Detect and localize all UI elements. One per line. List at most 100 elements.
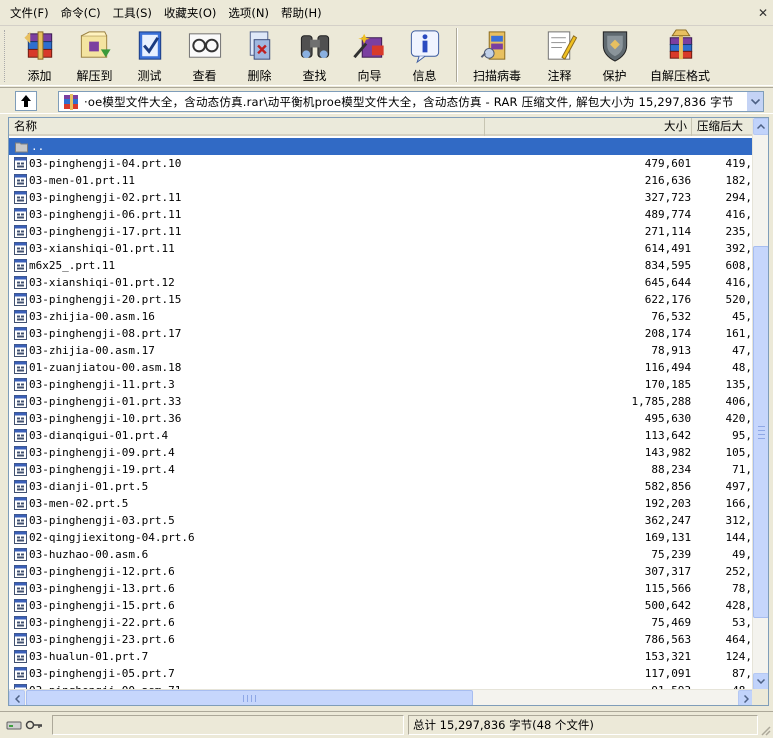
find-icon	[300, 35, 329, 59]
file-name: 03-pinghengji-10.prt.36	[29, 412, 182, 425]
vertical-scroll-thumb[interactable]	[753, 246, 768, 618]
file-row[interactable]: 03-pinghengji-03.prt.5 362,247 312,	[9, 512, 754, 529]
file-row[interactable]: 03-xianshiqi-01.prt.12 645,644 416,	[9, 274, 754, 291]
protect-icon	[602, 31, 627, 62]
extract-to-icon	[80, 31, 111, 58]
test-button[interactable]: 测试	[122, 26, 177, 84]
file-icon	[14, 242, 27, 255]
file-row[interactable]: 03-pinghengji-13.prt.6 115,566 78,	[9, 580, 754, 597]
up-folder-button[interactable]	[15, 91, 37, 111]
resize-grip-icon[interactable]	[759, 724, 771, 736]
drive-icon[interactable]	[6, 719, 22, 731]
toolbar-grip[interactable]	[4, 30, 7, 82]
file-icon	[14, 599, 27, 612]
info-icon	[410, 30, 439, 64]
file-row[interactable]: 03-pinghengji-08.prt.17 208,174 161,	[9, 325, 754, 342]
file-name: 03-pinghengji-20.prt.15	[29, 293, 182, 306]
file-row[interactable]: 03-pinghengji-09.prt.4 143,982 105,	[9, 444, 754, 461]
file-name: 03-huzhao-00.asm.6	[29, 548, 149, 561]
horizontal-scrollbar[interactable]	[9, 689, 754, 705]
file-icon	[14, 293, 27, 306]
parent-folder-row[interactable]: ..	[9, 138, 754, 155]
file-name: 03-pinghengji-19.prt.4	[29, 463, 175, 476]
status-panel-selection	[52, 715, 404, 735]
menu-file[interactable]: 文件(F)	[4, 2, 55, 24]
virus-scan-button[interactable]: 扫描病毒	[462, 26, 532, 84]
file-row[interactable]: 03-men-02.prt.5 192,203 166,	[9, 495, 754, 512]
menu-help[interactable]: 帮助(H)	[275, 2, 328, 24]
file-icon	[14, 667, 27, 680]
path-combobox[interactable]: ·oe模型文件大全，含动态仿真.rar\动平衡机proe模型文件大全，含动态仿真…	[58, 91, 764, 112]
protect-button[interactable]: 保护	[587, 26, 642, 84]
comment-button[interactable]: 注释	[532, 26, 587, 84]
menu-options[interactable]: 选项(N)	[222, 2, 275, 24]
add-button-label: 添加	[27, 69, 52, 83]
file-row[interactable]: 03-pinghengji-05.prt.7 117,091 87,	[9, 665, 754, 682]
file-packed-size: 419,	[725, 157, 753, 170]
file-packed-size: 235,	[725, 225, 753, 238]
file-icon	[14, 446, 27, 459]
file-size: 582,856	[644, 480, 692, 493]
file-row[interactable]: 03-pinghengji-17.prt.11 271,114 235,	[9, 223, 754, 240]
add-button[interactable]: 添加	[12, 26, 67, 84]
menu-favorites[interactable]: 收藏夹(O)	[158, 2, 223, 24]
file-row[interactable]: 03-zhijia-00.asm.16 76,532 45,	[9, 308, 754, 325]
menu-tools[interactable]: 工具(S)	[107, 2, 158, 24]
file-name: 03-pinghengji-05.prt.7	[29, 667, 175, 680]
file-icon	[14, 565, 27, 578]
file-row[interactable]: 03-pinghengji-11.prt.3 170,185 135,	[9, 376, 754, 393]
sfx-button[interactable]: 自解压格式	[642, 26, 718, 84]
file-size: 216,636	[644, 174, 692, 187]
column-header-name[interactable]: 名称	[9, 118, 485, 136]
file-row[interactable]: 03-pinghengji-10.prt.36 495,630 420,	[9, 410, 754, 427]
scroll-up-button[interactable]	[753, 118, 768, 135]
file-row[interactable]: 01-zuanjiatou-00.asm.18 116,494 48,	[9, 359, 754, 376]
file-row[interactable]: 02-qingjiexitong-04.prt.6 169,131 144,	[9, 529, 754, 546]
file-name: 03-pinghengji-08.prt.17	[29, 327, 182, 340]
file-row[interactable]: 03-men-01.prt.11 216,636 182,	[9, 172, 754, 189]
vertical-scrollbar[interactable]	[752, 118, 768, 690]
file-row[interactable]: 03-pinghengji-15.prt.6 500,642 428,	[9, 597, 754, 614]
file-row[interactable]: 03-pinghengji-02.prt.11 327,723 294,	[9, 189, 754, 206]
file-row[interactable]: 03-pinghengji-12.prt.6 307,317 252,	[9, 563, 754, 580]
file-packed-size: 95,	[732, 429, 752, 442]
file-icon	[14, 378, 27, 391]
column-header-packed[interactable]: 压缩后大	[692, 118, 754, 136]
scroll-left-button[interactable]	[9, 690, 25, 705]
file-icon	[14, 463, 27, 476]
file-size: 479,601	[644, 157, 692, 170]
view-button[interactable]: 查看	[177, 26, 232, 84]
file-row[interactable]: m6x25_.prt.11 834,595 608,	[9, 257, 754, 274]
file-row[interactable]: 03-hualun-01.prt.7 153,321 124,	[9, 648, 754, 665]
wizard-button[interactable]: 向导	[342, 26, 397, 84]
key-icon[interactable]	[25, 719, 43, 731]
file-row[interactable]: 03-huzhao-00.asm.6 75,239 49,	[9, 546, 754, 563]
file-row[interactable]: 03-pinghengji-22.prt.6 75,469 53,	[9, 614, 754, 631]
file-packed-size: 182,	[725, 174, 753, 187]
find-button[interactable]: 查找	[287, 26, 342, 84]
scroll-down-button[interactable]	[753, 673, 768, 690]
info-button[interactable]: 信息	[397, 26, 452, 84]
file-row[interactable]: 03-pinghengji-23.prt.6 786,563 464,	[9, 631, 754, 648]
file-size: 786,563	[644, 633, 692, 646]
file-row[interactable]: 03-pinghengji-20.prt.15 622,176 520,	[9, 291, 754, 308]
file-size: 192,203	[644, 497, 692, 510]
file-icon	[14, 344, 27, 357]
delete-button[interactable]: 删除	[232, 26, 287, 84]
file-row[interactable]: 03-pinghengji-01.prt.33 1,785,288 406,	[9, 393, 754, 410]
file-row[interactable]: 03-xianshiqi-01.prt.11 614,491 392,	[9, 240, 754, 257]
path-dropdown-button[interactable]	[746, 92, 763, 111]
file-row[interactable]: 03-dianji-01.prt.5 582,856 497,	[9, 478, 754, 495]
file-row[interactable]: 03-pinghengji-04.prt.10 479,601 419,	[9, 155, 754, 172]
close-icon[interactable]: ✕	[756, 6, 770, 20]
file-row[interactable]: 03-zhijia-00.asm.17 78,913 47,	[9, 342, 754, 359]
extract-to-button[interactable]: 解压到	[67, 26, 122, 84]
horizontal-scroll-thumb[interactable]	[26, 690, 473, 705]
menu-commands[interactable]: 命令(C)	[55, 2, 107, 24]
file-packed-size: 252,	[725, 565, 753, 578]
file-row[interactable]: 03-pinghengji-06.prt.11 489,774 416,	[9, 206, 754, 223]
file-row[interactable]: 03-pinghengji-19.prt.4 88,234 71,	[9, 461, 754, 478]
column-header-size[interactable]: 大小	[485, 118, 692, 136]
file-size: 153,321	[644, 650, 692, 663]
file-row[interactable]: 03-dianqigui-01.prt.4 113,642 95,	[9, 427, 754, 444]
